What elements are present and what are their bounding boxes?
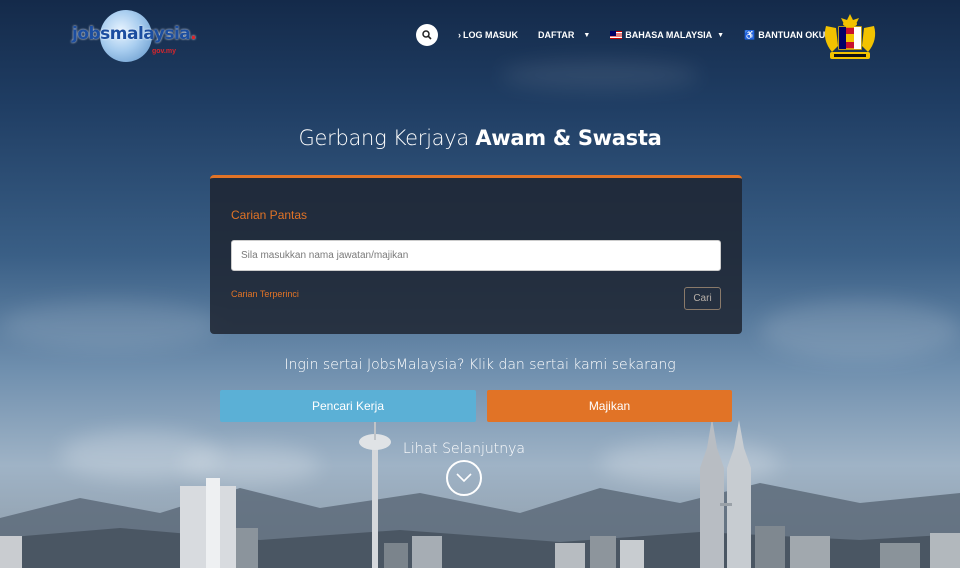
search-submit-button[interactable]: Cari <box>684 287 721 310</box>
main-nav: › LOG MASUK DAFTAR ▼ BAHASA MALAYSIA ▼ ♿… <box>416 24 857 46</box>
wheelchair-icon: ♿ <box>744 29 756 40</box>
malaysia-flag-icon <box>610 31 623 39</box>
chevron-right-icon: › <box>458 30 461 40</box>
site-header: jobsmalaysia. gov.my › LOG MASUK DAFTAR … <box>0 0 960 70</box>
search-button[interactable] <box>416 24 438 46</box>
job-seeker-button[interactable]: Pencari Kerja <box>220 390 476 422</box>
job-search-input[interactable] <box>231 240 721 271</box>
logo-brand: jobsmalaysia. <box>72 24 197 44</box>
quick-search-panel: Carian Pantas Carian Terperinci Cari <box>210 175 742 334</box>
employer-button[interactable]: Majikan <box>487 390 732 422</box>
malaysia-coat-of-arms[interactable] <box>820 12 880 62</box>
language-dropdown[interactable]: BAHASA MALAYSIA ▼ <box>610 30 724 40</box>
caret-down-icon: ▼ <box>583 31 591 39</box>
search-icon <box>422 30 432 40</box>
logo-gov: gov.my <box>152 48 176 55</box>
advanced-search-link[interactable]: Carian Terperinci <box>231 289 299 299</box>
register-dropdown[interactable]: DAFTAR ▼ <box>538 30 590 40</box>
caret-down-icon: ▼ <box>717 31 725 39</box>
hero-title: Gerbang Kerjaya Awam & Swasta <box>298 126 662 150</box>
scroll-down-button[interactable] <box>446 460 482 496</box>
login-link[interactable]: › LOG MASUK <box>458 30 518 40</box>
join-prompt: Ingin sertai JobsMalaysia? Klik dan sert… <box>284 357 676 373</box>
chevron-down-icon <box>456 473 472 483</box>
see-more-label: Lihat Selanjutnya <box>403 441 525 457</box>
jobsmalaysia-logo[interactable]: jobsmalaysia. gov.my <box>72 10 197 62</box>
panel-title: Carian Pantas <box>231 208 308 222</box>
